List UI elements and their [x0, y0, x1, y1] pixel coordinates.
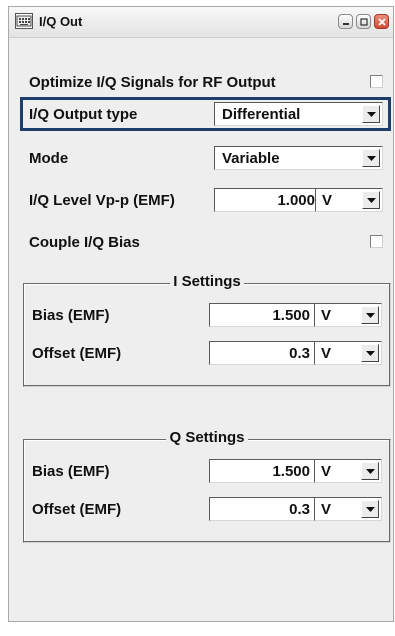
i-offset-value: 0.3	[289, 345, 310, 362]
iq-level-value: 1.000	[277, 192, 315, 209]
iq-level-input[interactable]: 1.000	[214, 188, 322, 212]
minimize-icon	[343, 23, 349, 25]
iq-level-label: I/Q Level Vp-p (EMF)	[29, 192, 175, 209]
minimize-button[interactable]	[338, 14, 353, 29]
close-icon	[378, 18, 386, 26]
q-bias-label: Bias (EMF)	[32, 463, 110, 480]
chevron-down-icon	[366, 507, 375, 512]
optimize-row: Optimize I/Q Signals for RF Output	[29, 69, 383, 97]
iq-out-window: I/Q Out Optimize I/Q Signals for RF Outp…	[8, 6, 394, 622]
q-bias-input[interactable]: 1.500	[209, 459, 317, 483]
mode-row: Mode Variable	[29, 145, 383, 173]
i-settings-group: I Settings Bias (EMF) 1.500 V Offset (EM…	[23, 273, 391, 387]
i-bias-unit-dropdown-button[interactable]	[361, 306, 379, 324]
optimize-label: Optimize I/Q Signals for RF Output	[29, 74, 276, 91]
close-button[interactable]	[374, 14, 389, 29]
iq-level-unit-select[interactable]: V	[315, 188, 383, 212]
q-settings-group: Q Settings Bias (EMF) 1.500 V Offset (EM…	[23, 429, 391, 543]
keyboard-icon	[15, 13, 33, 29]
i-offset-unit-select[interactable]: V	[314, 341, 382, 365]
couple-bias-row: Couple I/Q Bias	[29, 229, 383, 257]
mode-label: Mode	[29, 150, 69, 167]
chevron-down-icon	[367, 156, 376, 161]
chevron-down-icon	[367, 198, 376, 203]
q-offset-unit-select[interactable]: V	[314, 497, 382, 521]
i-offset-unit-dropdown-button[interactable]	[361, 344, 379, 362]
q-bias-unit: V	[321, 463, 332, 480]
window-title: I/Q Out	[39, 14, 83, 29]
i-bias-row: Bias (EMF) 1.500 V	[32, 302, 382, 330]
i-settings-title: I Settings	[24, 273, 390, 290]
mode-select[interactable]: Variable	[214, 146, 383, 170]
output-type-row: I/Q Output type Differential	[29, 101, 383, 129]
chevron-down-icon	[367, 112, 376, 117]
iq-level-unit-dropdown-button[interactable]	[362, 191, 380, 209]
i-bias-label: Bias (EMF)	[32, 307, 110, 324]
q-offset-unit-dropdown-button[interactable]	[361, 500, 379, 518]
maximize-button[interactable]	[356, 14, 371, 29]
i-offset-row: Offset (EMF) 0.3 V	[32, 340, 382, 368]
i-bias-unit-select[interactable]: V	[314, 303, 382, 327]
i-bias-unit: V	[321, 307, 332, 324]
optimize-checkbox[interactable]	[370, 75, 383, 88]
q-bias-row: Bias (EMF) 1.500 V	[32, 458, 382, 486]
q-offset-label: Offset (EMF)	[32, 501, 122, 518]
output-type-value: Differential	[222, 106, 301, 123]
i-offset-unit: V	[321, 345, 332, 362]
q-settings-title: Q Settings	[24, 429, 390, 446]
i-bias-value: 1.500	[272, 307, 310, 324]
chevron-down-icon	[366, 469, 375, 474]
output-type-label: I/Q Output type	[29, 106, 138, 123]
output-type-dropdown-button[interactable]	[362, 105, 380, 123]
i-bias-input[interactable]: 1.500	[209, 303, 317, 327]
q-bias-value: 1.500	[272, 463, 310, 480]
iq-level-unit: V	[322, 192, 333, 209]
q-bias-unit-dropdown-button[interactable]	[361, 462, 379, 480]
iq-level-row: I/Q Level Vp-p (EMF) 1.000 V	[29, 187, 383, 215]
q-offset-value: 0.3	[289, 501, 310, 518]
maximize-icon	[360, 18, 368, 26]
chevron-down-icon	[366, 351, 375, 356]
title-bar[interactable]: I/Q Out	[9, 7, 393, 38]
i-offset-label: Offset (EMF)	[32, 345, 122, 362]
i-offset-input[interactable]: 0.3	[209, 341, 317, 365]
couple-bias-checkbox[interactable]	[370, 235, 383, 248]
mode-dropdown-button[interactable]	[362, 149, 380, 167]
couple-bias-label: Couple I/Q Bias	[29, 234, 140, 251]
output-type-select[interactable]: Differential	[214, 102, 383, 126]
chevron-down-icon	[366, 313, 375, 318]
mode-value: Variable	[222, 150, 280, 167]
q-offset-unit: V	[321, 501, 332, 518]
q-offset-row: Offset (EMF) 0.3 V	[32, 496, 382, 524]
q-bias-unit-select[interactable]: V	[314, 459, 382, 483]
q-offset-input[interactable]: 0.3	[209, 497, 317, 521]
